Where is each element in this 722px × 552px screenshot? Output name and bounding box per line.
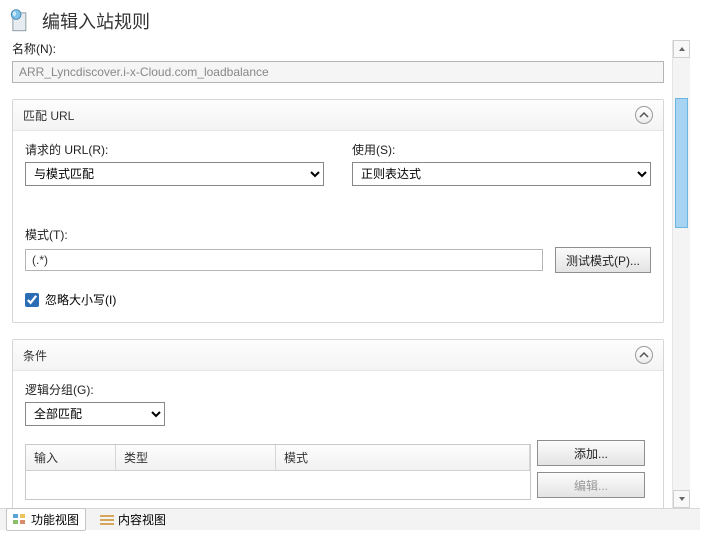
content-view-button[interactable]: 内容视图 <box>94 509 172 530</box>
triangle-up-icon <box>678 45 686 53</box>
edit-condition-button[interactable]: 编辑... <box>537 472 645 498</box>
scroll-up-arrow[interactable] <box>673 40 690 58</box>
scroll-thumb[interactable] <box>675 98 688 228</box>
conditions-table[interactable]: 输入 类型 模式 <box>25 444 531 500</box>
view-switcher-bar: 功能视图 内容视图 <box>0 508 700 530</box>
name-input[interactable] <box>12 61 664 83</box>
match-url-panel: 匹配 URL 请求的 URL(R): 与模式匹配 使用(S): <box>12 99 664 323</box>
conditions-table-wrap: 输入 类型 模式 <box>25 436 531 502</box>
dialog-main: 编辑入站规则 名称(N): 匹配 URL 请求的 URL(R): 与模式匹配 <box>0 0 700 530</box>
dialog-header: 编辑入站规则 <box>0 0 700 38</box>
col-pattern[interactable]: 模式 <box>276 445 530 470</box>
using-col: 使用(S): 正则表达式 <box>352 141 651 186</box>
pattern-row: 测试模式(P)... <box>25 247 651 273</box>
list-icon <box>100 514 114 526</box>
match-url-collapse-button[interactable] <box>635 106 653 124</box>
requested-url-select[interactable]: 与模式匹配 <box>25 162 324 186</box>
pattern-label: 模式(T): <box>25 226 651 243</box>
chevron-up-icon <box>639 110 649 120</box>
requested-url-col: 请求的 URL(R): 与模式匹配 <box>25 141 324 186</box>
vertical-scrollbar[interactable] <box>672 40 690 508</box>
conditions-table-header: 输入 类型 模式 <box>26 445 530 471</box>
conditions-title: 条件 <box>23 347 47 364</box>
match-url-panel-header: 匹配 URL <box>13 100 663 131</box>
pattern-block: 模式(T): 测试模式(P)... <box>25 226 651 273</box>
chevron-up-icon <box>639 350 649 360</box>
col-input[interactable]: 输入 <box>26 445 116 470</box>
conditions-panel: 条件 逻辑分组(G): 全部匹配 输入 类型 模 <box>12 339 664 510</box>
conditions-buttons-col: 添加... 编辑... <box>531 436 651 502</box>
logical-group-select[interactable]: 全部匹配 <box>25 402 165 426</box>
match-url-panel-body: 请求的 URL(R): 与模式匹配 使用(S): 正则表达式 模式(T): <box>13 131 663 322</box>
functional-view-label: 功能视图 <box>31 511 79 528</box>
scroll-track[interactable] <box>673 58 690 490</box>
scroll-down-arrow[interactable] <box>673 490 690 508</box>
col-type[interactable]: 类型 <box>116 445 276 470</box>
conditions-collapse-button[interactable] <box>635 346 653 364</box>
dialog-title: 编辑入站规则 <box>42 8 150 34</box>
conditions-table-body <box>26 471 530 499</box>
add-condition-button[interactable]: 添加... <box>537 440 645 466</box>
ignore-case-checkbox[interactable] <box>25 293 39 307</box>
test-pattern-button[interactable]: 测试模式(P)... <box>555 247 651 273</box>
pattern-input[interactable] <box>25 249 543 271</box>
name-label: 名称(N): <box>12 40 664 57</box>
match-url-row: 请求的 URL(R): 与模式匹配 使用(S): 正则表达式 <box>25 141 651 186</box>
match-url-title: 匹配 URL <box>23 107 74 124</box>
requested-url-label: 请求的 URL(R): <box>25 141 324 158</box>
conditions-panel-body: 逻辑分组(G): 全部匹配 输入 类型 模式 <box>13 371 663 510</box>
logical-group-label: 逻辑分组(G): <box>25 381 651 398</box>
ignore-case-row: 忽略大小写(I) <box>25 291 651 308</box>
using-label: 使用(S): <box>352 141 651 158</box>
name-field-block: 名称(N): <box>12 40 664 83</box>
form-scroll-region: 名称(N): 匹配 URL 请求的 URL(R): 与模式匹配 <box>8 40 668 510</box>
server-icon <box>8 8 34 34</box>
triangle-down-icon <box>678 495 686 503</box>
grid-icon <box>13 514 27 526</box>
conditions-panel-header: 条件 <box>13 340 663 371</box>
functional-view-button[interactable]: 功能视图 <box>6 508 86 531</box>
content-view-label: 内容视图 <box>118 511 166 528</box>
conditions-content-row: 输入 类型 模式 添加... 编辑... <box>25 436 651 502</box>
ignore-case-label: 忽略大小写(I) <box>45 291 116 308</box>
using-select[interactable]: 正则表达式 <box>352 162 651 186</box>
